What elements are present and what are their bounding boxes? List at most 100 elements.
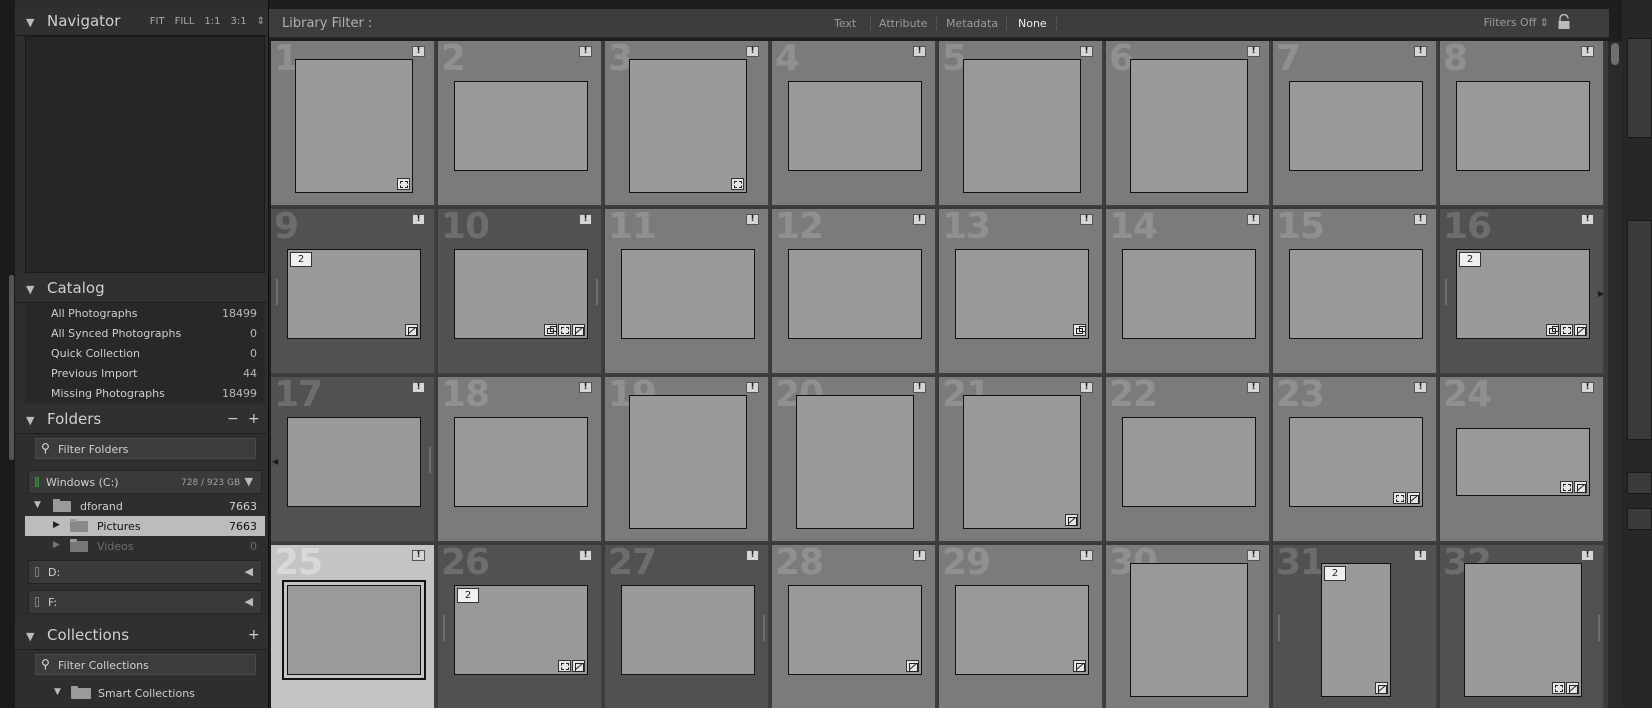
volume-windows-c[interactable]: Windows (C:) 728 / 923 GB ▼ [28,470,262,494]
photo-thumbnail[interactable] [955,249,1089,339]
develop-adjustments-icon[interactable] [1065,514,1078,526]
develop-adjustments-icon[interactable] [1574,481,1587,493]
photo-thumbnail[interactable]: 2 [454,585,588,675]
grid-cell[interactable]: 26! 2 [438,542,603,708]
photo-thumbnail[interactable] [621,585,755,675]
collapse-triangle-icon[interactable]: ▼ [26,283,34,296]
photo-thumbnail[interactable] [454,417,588,507]
metadata-warning-icon[interactable]: ! [913,46,926,57]
grid-cell[interactable]: 19! [605,374,770,543]
stack-handle[interactable] [276,279,278,305]
catalog-item-all-synced[interactable]: All Synced Photographs 0 [25,323,265,343]
metadata-warning-icon[interactable]: ! [746,382,759,393]
volume-f[interactable]: F: ◀ [28,590,262,614]
crop-badge-icon[interactable] [731,178,744,190]
remove-folder-button[interactable]: − [227,411,239,427]
collapse-triangle-icon[interactable]: ▼ [26,16,34,29]
zoom-3-1-option[interactable]: 3:1 [231,16,247,27]
grid-scrollbar[interactable] [1608,41,1622,708]
catalog-item-all-photographs[interactable]: All Photographs 18499 [25,303,265,323]
add-folder-button[interactable]: + [248,411,260,427]
grid-scroll-thumb[interactable] [1611,43,1619,65]
collection-badge-icon[interactable] [544,324,557,336]
navigator-preview[interactable] [25,36,265,273]
grid-cell[interactable]: 22! [1106,374,1271,543]
metadata-warning-icon[interactable]: ! [913,214,926,225]
photo-thumbnail[interactable] [1289,249,1423,339]
volume-d[interactable]: D: ◀ [28,560,262,584]
photo-thumbnail[interactable] [295,59,413,193]
photo-thumbnail[interactable]: 2 [287,249,421,339]
grid-cell[interactable]: 21! [939,374,1104,543]
photo-thumbnail[interactable] [963,59,1081,193]
develop-adjustments-icon[interactable] [405,324,418,336]
filter-none-option[interactable]: None [1018,17,1047,30]
folders-header[interactable]: ▼ Folders − + [15,406,267,434]
photo-thumbnail[interactable] [1130,563,1248,697]
filter-folders-input[interactable]: ⚲ Filter Folders [35,438,256,459]
crop-badge-icon[interactable] [558,324,571,336]
prev-row-arrow-icon[interactable]: ◀ [272,457,278,466]
grid-cell[interactable]: 27! [605,542,770,708]
grid-cell[interactable]: 31! 2 [1273,542,1438,708]
metadata-warning-icon[interactable]: ! [1080,550,1093,561]
grid-cell[interactable]: 15! [1273,206,1438,375]
zoom-fit-option[interactable]: FIT [150,16,165,27]
folder-pictures[interactable]: ▶ Pictures 7663 [25,516,265,536]
filter-collections-input[interactable]: ⚲ Filter Collections [35,654,256,675]
grid-cell[interactable]: 23! [1273,374,1438,543]
expand-triangle-icon[interactable]: ▶ [53,540,60,550]
metadata-warning-icon[interactable]: ! [412,214,425,225]
thumbnail-grid[interactable]: 1! 2! 3! 4! 5! 6! 7! 8! 9! 2 10! 11! 12! 13! 14! 15! 16!… [271,38,1608,708]
crop-badge-icon[interactable] [397,178,410,190]
right-panel-controls[interactable] [1627,220,1652,440]
metadata-warning-icon[interactable]: ! [1581,550,1594,561]
collapse-triangle-icon[interactable]: ▼ [26,630,34,643]
crop-badge-icon[interactable] [1393,492,1406,504]
grid-cell[interactable]: 11! [605,206,770,375]
metadata-warning-icon[interactable]: ! [1247,382,1260,393]
metadata-warning-icon[interactable]: ! [579,46,592,57]
left-panel-scrollbar[interactable] [9,275,14,460]
photo-thumbnail[interactable] [621,249,755,339]
collections-header[interactable]: ▼ Collections + [15,622,267,650]
expand-down-icon[interactable]: ▼ [245,475,253,488]
metadata-warning-icon[interactable]: ! [412,46,425,57]
crop-badge-icon[interactable] [1560,324,1573,336]
filter-metadata-option[interactable]: Metadata [946,17,998,30]
metadata-warning-icon[interactable]: ! [913,550,926,561]
develop-adjustments-icon[interactable] [1407,492,1420,504]
photo-thumbnail[interactable] [955,585,1089,675]
metadata-warning-icon[interactable]: ! [1080,46,1093,57]
metadata-warning-icon[interactable]: ! [412,550,425,561]
expand-left-icon[interactable]: ◀ [245,595,253,608]
grid-cell[interactable]: 9! 2 [271,206,436,375]
metadata-warning-icon[interactable]: ! [913,382,926,393]
catalog-item-previous-import[interactable]: Previous Import 44 [25,363,265,383]
grid-cell[interactable]: 8! [1440,38,1605,207]
crop-badge-icon[interactable] [558,660,571,672]
metadata-warning-icon[interactable]: ! [1080,382,1093,393]
develop-adjustments-icon[interactable] [1566,682,1579,694]
grid-cell[interactable]: 28! [772,542,937,708]
photo-thumbnail[interactable] [1289,81,1423,171]
grid-cell[interactable]: 4! [772,38,937,207]
stack-handle[interactable] [763,615,765,641]
grid-cell[interactable]: 1! [271,38,436,207]
grid-cell[interactable]: 6! [1106,38,1271,207]
catalog-header[interactable]: ▼ Catalog [15,275,267,303]
photo-thumbnail[interactable] [1122,249,1256,339]
grid-cell[interactable]: 30! [1106,542,1271,708]
grid-cell[interactable]: 13! [939,206,1104,375]
metadata-warning-icon[interactable]: ! [579,550,592,561]
stack-handle[interactable] [429,447,431,473]
develop-adjustments-icon[interactable] [1073,660,1086,672]
photo-thumbnail[interactable]: 2 [1456,249,1590,339]
filter-text-option[interactable]: Text [834,17,856,30]
photo-thumbnail[interactable] [287,417,421,507]
photo-thumbnail[interactable] [1464,563,1582,697]
grid-cell[interactable]: 32! [1440,542,1605,708]
develop-adjustments-icon[interactable] [906,660,919,672]
metadata-warning-icon[interactable]: ! [1581,214,1594,225]
folder-dforand[interactable]: ▼ dforand 7663 [25,496,265,516]
